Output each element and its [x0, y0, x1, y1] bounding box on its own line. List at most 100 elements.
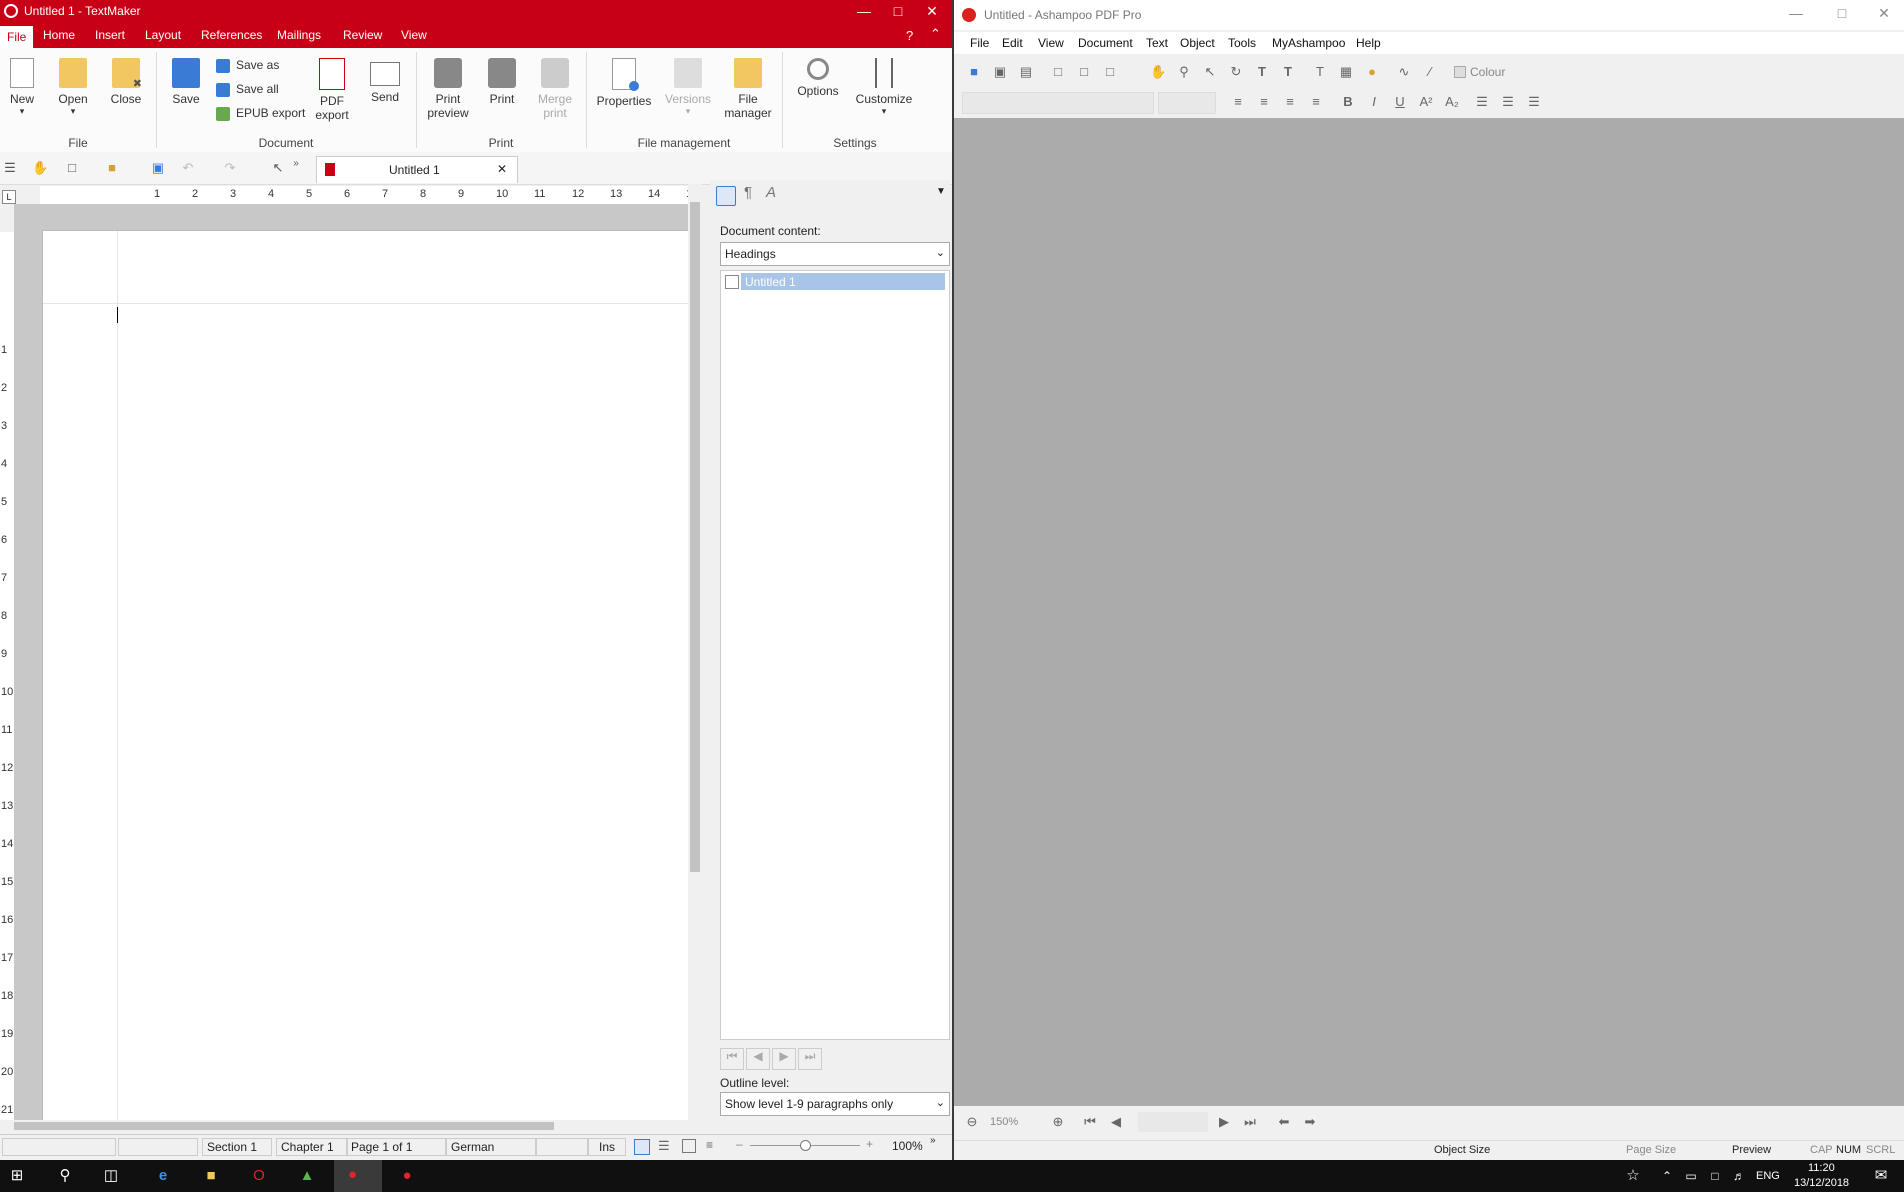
tab-references[interactable]: References — [194, 28, 269, 42]
font-select[interactable] — [962, 92, 1154, 114]
vertical-scrollbar[interactable] — [688, 184, 702, 1120]
colour-button[interactable]: Colour — [1450, 62, 1520, 82]
underline-icon[interactable]: U — [1392, 94, 1408, 110]
last-page-icon[interactable]: ⏭ — [1242, 1114, 1258, 1130]
text-edit-icon[interactable]: T — [1280, 64, 1296, 80]
page-icon[interactable]: □ — [1050, 64, 1066, 80]
send-button[interactable]: Send — [364, 54, 406, 104]
menu-object[interactable]: Object — [1180, 36, 1215, 50]
heading-item[interactable]: Untitled 1 — [741, 273, 945, 290]
ashampoo-taskbar-icon[interactable]: ● — [396, 1166, 418, 1186]
save-all-button[interactable]: Save all — [216, 82, 279, 97]
open-folder-icon[interactable]: ■ — [104, 160, 120, 176]
rotate-icon[interactable]: ↻ — [1228, 64, 1244, 80]
versions-button[interactable]: Versions ▾ — [662, 54, 714, 117]
outline-view-icon[interactable]: ≡ — [706, 1138, 713, 1152]
close-window-button[interactable]: ✕ — [916, 0, 948, 24]
save-icon[interactable]: ▣ — [150, 160, 166, 176]
last-heading-button[interactable]: ⏭ — [798, 1048, 822, 1070]
align-left-icon[interactable]: ≡ — [1230, 94, 1246, 110]
page-options-icon[interactable]: □ — [1102, 64, 1118, 80]
link-tool-icon[interactable]: ● — [1364, 64, 1380, 80]
merge-print-button[interactable]: Merge print — [530, 54, 580, 120]
status-insert-mode[interactable]: Ins — [588, 1138, 626, 1156]
menu-document[interactable]: Document — [1078, 36, 1133, 50]
pdf-export-button[interactable]: PDF export — [308, 54, 356, 122]
tab-stop-selector[interactable]: L — [2, 190, 16, 204]
print-preview-button[interactable]: Print preview — [422, 54, 474, 120]
new-file-icon[interactable]: □ — [64, 160, 80, 176]
tab-home[interactable]: Home — [36, 28, 82, 42]
language-indicator[interactable]: ENG — [1756, 1170, 1780, 1182]
first-page-icon[interactable]: ⏮ — [1082, 1114, 1098, 1130]
help-icon[interactable]: ? — [906, 28, 913, 43]
tab-mailings[interactable]: Mailings — [270, 28, 328, 42]
maximize-button[interactable]: □ — [882, 0, 914, 24]
curve-tool-icon[interactable]: ∿ — [1396, 64, 1412, 80]
menu-view[interactable]: View — [1038, 36, 1064, 50]
zoom-select[interactable]: 150% — [982, 1112, 1042, 1132]
save-as-button[interactable]: Save as — [216, 58, 279, 73]
scrollbar-thumb[interactable] — [690, 202, 700, 872]
zoom-slider-handle[interactable] — [800, 1140, 811, 1151]
close-tab-icon[interactable]: ✕ — [497, 162, 507, 176]
menu-file[interactable]: File — [970, 36, 989, 50]
more-chevron-icon[interactable]: » — [930, 1135, 936, 1146]
file-explorer-icon[interactable]: ■ — [200, 1166, 222, 1186]
undo-icon[interactable]: ↶ — [180, 160, 196, 176]
print-icon[interactable]: ▤ — [1018, 64, 1034, 80]
more-chevron-icon[interactable]: » — [288, 156, 304, 172]
previous-page-icon[interactable]: ◀ — [1108, 1114, 1124, 1130]
customize-button[interactable]: Customize ▾ — [852, 54, 916, 117]
save-icon[interactable]: ▣ — [992, 64, 1008, 80]
maximize-button[interactable]: □ — [1826, 2, 1858, 26]
page-view-icon[interactable] — [634, 1139, 650, 1155]
textmaker-taskbar-icon[interactable]: ● — [334, 1160, 382, 1192]
chevron-up-icon[interactable]: ⌃ — [1656, 1166, 1678, 1186]
subscript-icon[interactable]: A₂ — [1444, 94, 1460, 110]
paragraph-icon[interactable]: ¶ — [744, 184, 752, 201]
redo-icon[interactable]: ↷ — [222, 160, 238, 176]
menu-help[interactable]: Help — [1356, 36, 1381, 50]
status-language[interactable]: German — [446, 1138, 536, 1156]
next-heading-button[interactable]: ▶ — [772, 1048, 796, 1070]
close-button[interactable]: ✖ Close — [106, 54, 146, 106]
notifications-icon[interactable]: ✉ — [1870, 1166, 1892, 1186]
text-box-icon[interactable]: T — [1312, 64, 1328, 80]
tab-layout[interactable]: Layout — [138, 28, 188, 42]
hscrollbar-thumb[interactable] — [14, 1122, 554, 1130]
horizontal-scrollbar[interactable] — [0, 1120, 690, 1132]
page-fit-icon[interactable]: □ — [1076, 64, 1092, 80]
bold-icon[interactable]: B — [1340, 94, 1356, 110]
edge-browser-icon[interactable]: e — [152, 1166, 174, 1186]
select-tool-icon[interactable]: ↖ — [1202, 64, 1218, 80]
style-icon[interactable]: A — [766, 184, 776, 201]
zoom-tool-icon[interactable]: ⚲ — [1176, 64, 1192, 80]
hand-tool-icon[interactable]: ✋ — [1150, 64, 1166, 80]
document-tab[interactable]: Untitled 1 ✕ — [316, 156, 518, 183]
print-button[interactable]: Print — [482, 54, 522, 106]
people-icon[interactable]: ☆ — [1622, 1166, 1644, 1186]
options-button[interactable]: Options — [790, 54, 846, 98]
justify-icon[interactable]: ≡ — [1308, 94, 1324, 110]
pdf-canvas[interactable] — [954, 118, 1904, 1106]
navigator-icon[interactable] — [716, 186, 736, 206]
collapse-ribbon-icon[interactable]: ⌃ — [930, 26, 941, 42]
outline-level-select[interactable]: Show level 1-9 paragraphs only ⌄ — [720, 1092, 950, 1116]
align-center-icon[interactable]: ≡ — [1256, 94, 1272, 110]
italic-icon[interactable]: I — [1366, 94, 1382, 110]
continuous-view-icon[interactable]: ☰ — [658, 1138, 670, 1154]
save-button[interactable]: Save — [166, 54, 206, 106]
panel-menu-icon[interactable]: ▼ — [936, 186, 946, 197]
zoom-out-icon[interactable]: ⊖ — [964, 1114, 980, 1130]
zoom-in-icon[interactable]: ⊕ — [1050, 1114, 1066, 1130]
search-icon[interactable]: ⚲ — [54, 1166, 76, 1186]
pointer-icon[interactable]: ↖ — [270, 160, 286, 176]
menu-myashampoo[interactable]: MyAshampoo — [1272, 36, 1345, 50]
line-spacing-icon[interactable]: ☰ — [1474, 94, 1490, 110]
document-content-select[interactable]: Headings ⌄ — [720, 242, 950, 266]
tab-insert[interactable]: Insert — [88, 28, 132, 42]
image-tool-icon[interactable]: ▦ — [1338, 64, 1354, 80]
volume-icon[interactable]: ♬ — [1728, 1166, 1750, 1186]
hand-tool-icon[interactable]: ✋ — [32, 160, 48, 176]
